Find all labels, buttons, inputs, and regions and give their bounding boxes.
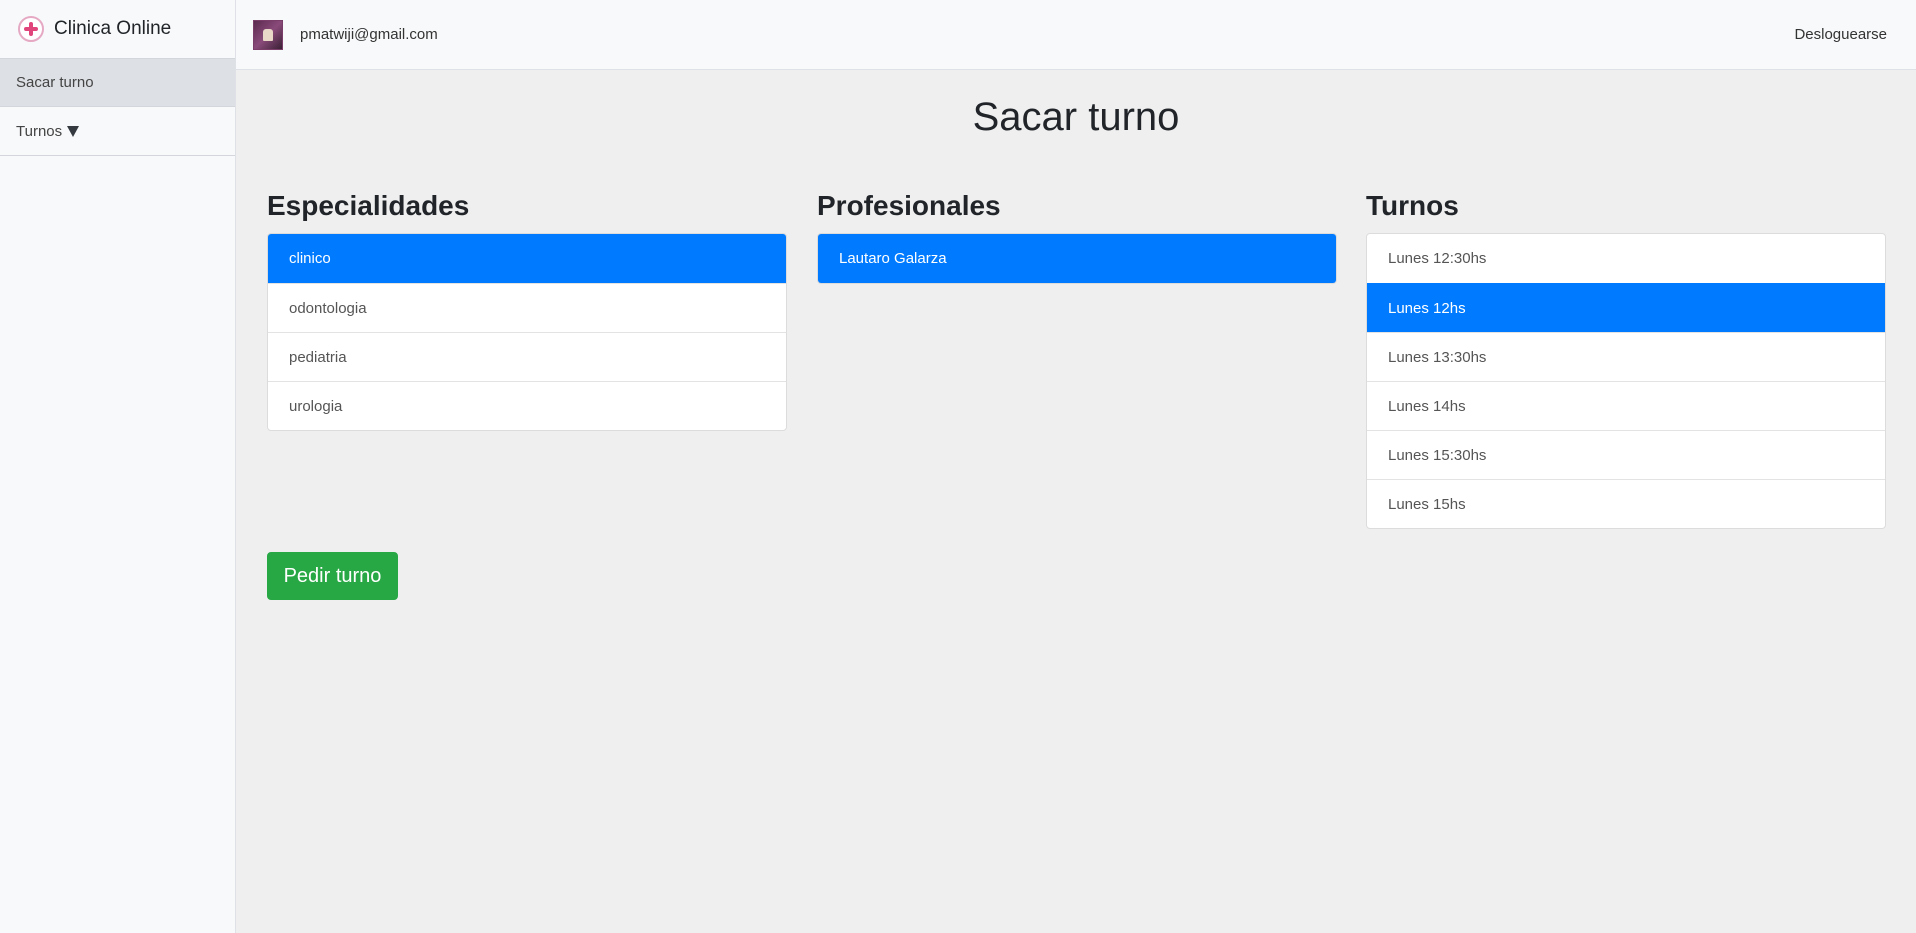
avatar bbox=[253, 19, 283, 50]
user-email: pmatwiji@gmail.com bbox=[300, 26, 438, 43]
profesionales-list: Lautaro Galarza bbox=[817, 233, 1337, 284]
page-title: Sacar turno bbox=[972, 95, 1180, 139]
list-item[interactable]: Lunes 15:30hs bbox=[1367, 430, 1885, 479]
topbar: pmatwiji@gmail.com Desloguearse bbox=[236, 0, 1916, 70]
sidebar-item-label: Turnos bbox=[16, 122, 63, 140]
sidebar: Clinica Online Sacar turno Turnos bbox=[0, 0, 236, 933]
main-content: Sacar turno Especialidades clinico odonto… bbox=[236, 71, 1916, 933]
list-item[interactable]: Lunes 15hs bbox=[1367, 479, 1885, 528]
turnos-column: Turnos Lunes 12:30hs Lunes 12hs Lunes 13:3… bbox=[1366, 189, 1886, 529]
medical-cross-logo-icon bbox=[18, 16, 44, 42]
turnos-title: Turnos bbox=[1366, 190, 1459, 221]
logout-link[interactable]: Desloguearse bbox=[1794, 26, 1887, 43]
list-item[interactable]: Lunes 13:30hs bbox=[1367, 332, 1885, 381]
caret-down-icon bbox=[67, 125, 80, 137]
sidebar-item-label: Sacar turno bbox=[16, 74, 94, 91]
sidebar-item-turnos[interactable]: Turnos bbox=[0, 107, 235, 156]
list-item[interactable]: Lautaro Galarza bbox=[818, 234, 1336, 283]
especialidades-list: clinico odontologia pediatria urologia bbox=[267, 233, 787, 431]
list-item[interactable]: clinico bbox=[268, 234, 786, 283]
list-item[interactable]: Lunes 12hs bbox=[1367, 283, 1885, 332]
list-item[interactable]: Lunes 14hs bbox=[1367, 381, 1885, 430]
sidebar-item-sacar-turno[interactable]: Sacar turno bbox=[0, 58, 235, 107]
list-item[interactable]: odontologia bbox=[268, 283, 786, 332]
especialidades-column: Especialidades clinico odontologia pediatr… bbox=[267, 189, 787, 431]
brand-name: Clinica Online bbox=[54, 18, 172, 39]
especialidades-title: Especialidades bbox=[267, 190, 470, 221]
brand[interactable]: Clinica Online bbox=[0, 0, 235, 58]
list-item[interactable]: Lunes 12:30hs bbox=[1367, 234, 1885, 283]
profesionales-title: Profesionales bbox=[817, 190, 1001, 221]
pedir-turno-button[interactable]: Pedir turno bbox=[267, 552, 398, 600]
list-item[interactable]: pediatria bbox=[268, 332, 786, 381]
turnos-list: Lunes 12:30hs Lunes 12hs Lunes 13:30hs Lune… bbox=[1366, 233, 1886, 529]
list-item[interactable]: urologia bbox=[268, 381, 786, 430]
profesionales-column: Profesionales Lautaro Galarza bbox=[817, 189, 1337, 284]
